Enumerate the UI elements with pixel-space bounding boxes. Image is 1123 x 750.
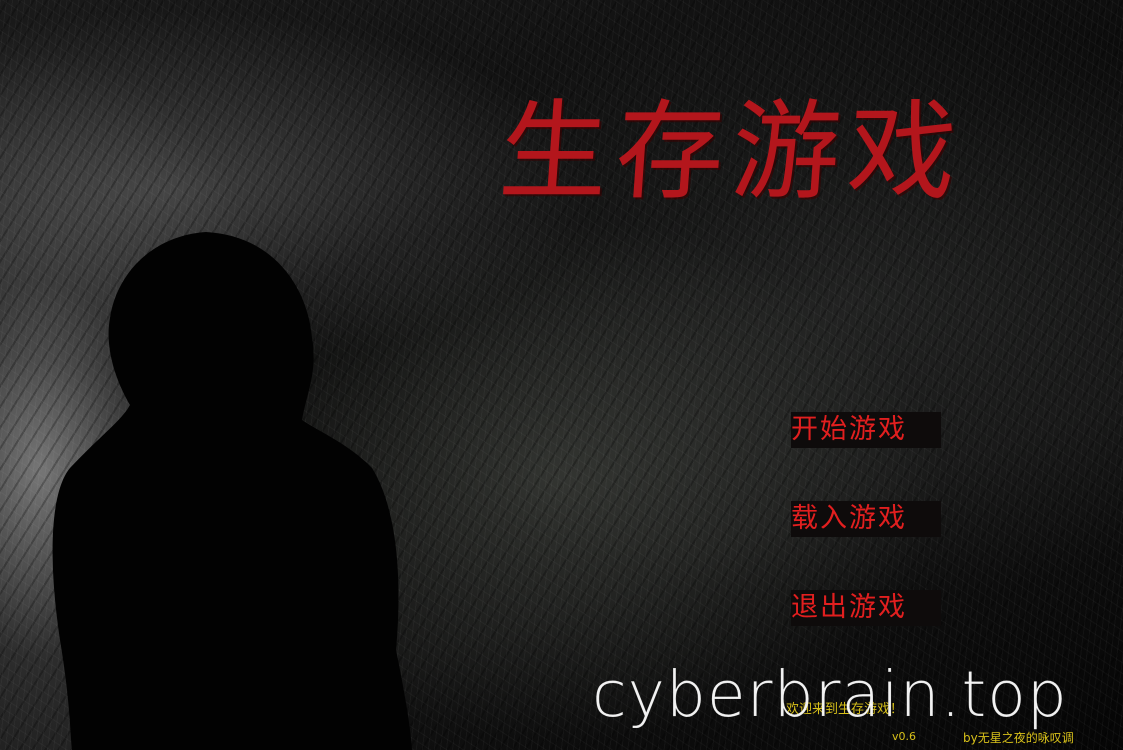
load-game-button[interactable]: 载入游戏 bbox=[791, 501, 941, 537]
game-title: 生存游戏 bbox=[495, 90, 969, 215]
watermark: cyberbrain.top bbox=[592, 658, 1068, 732]
quit-game-button[interactable]: 退出游戏 bbox=[791, 590, 941, 626]
main-menu-scene: 生存游戏 开始游戏 载入游戏 退出游戏 欢迎来到生存游戏！ v0.6 by无星之… bbox=[0, 0, 1123, 750]
start-game-button[interactable]: 开始游戏 bbox=[791, 412, 941, 448]
